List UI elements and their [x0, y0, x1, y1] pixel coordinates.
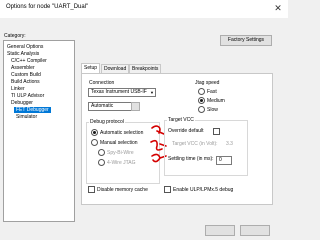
jtag-medium-label: Medium [207, 97, 225, 104]
close-icon[interactable]: ✕ [272, 2, 284, 14]
disable-memory-cache-checkbox[interactable]: Disable memory cache [88, 186, 148, 194]
checkbox-icon [213, 128, 220, 135]
tree-item-linker[interactable]: Linker [11, 86, 25, 92]
target-vcc-volt-label: Target VCC (in Volt): [172, 141, 218, 147]
port-browse-button[interactable] [131, 102, 140, 111]
connection-port-field[interactable]: Automatic [88, 102, 132, 111]
jtag-fast-radio[interactable]: Fast [198, 88, 217, 96]
tree-item-build-actions[interactable]: Build Actions [11, 79, 40, 85]
tree-item-custom-build[interactable]: Custom Build [11, 72, 41, 78]
automatic-selection-radio[interactable]: Automatic selection [91, 129, 143, 137]
settling-time-label: Settling time (in ms): [168, 156, 214, 162]
radio-icon [98, 149, 105, 156]
tree-item-static-analysis[interactable]: Static Analysis [7, 51, 39, 57]
jtag-slow-radio[interactable]: Slow [198, 106, 218, 114]
tab-breakpoints[interactable]: Breakpoints [129, 64, 162, 73]
manual-selection-radio[interactable]: Manual selection [91, 139, 138, 147]
override-default-checkbox[interactable] [213, 128, 222, 136]
automatic-selection-label: Automatic selection [100, 129, 144, 136]
chevron-down-icon: ▼ [150, 90, 154, 95]
factory-settings-button[interactable]: Factory Settings [220, 35, 272, 46]
checkbox-icon [88, 186, 95, 193]
tree-item-compiler[interactable]: C/C++ Compiler [11, 58, 47, 64]
connection-device-select[interactable]: Texas Instrument USB-IF ▼ [88, 88, 156, 97]
radio-icon [91, 139, 98, 146]
tree-item-general-options[interactable]: General Options [7, 44, 43, 50]
radio-icon [198, 88, 205, 95]
connection-device-value: Texas Instrument USB-IF [91, 89, 147, 95]
settling-time-field[interactable]: 0 [216, 156, 232, 165]
ulp-debug-checkbox[interactable]: Enable ULP/LPMx.5 debug [164, 186, 233, 194]
checkbox-icon [164, 186, 171, 193]
tree-item-ulp-advisor[interactable]: TI ULP Advisor [11, 93, 44, 99]
override-default-label: Override default [168, 128, 204, 134]
connection-label: Connection [88, 80, 116, 86]
tree-item-fet-debugger[interactable]: FET Debugger [14, 107, 51, 113]
setup-panel: Connection Texas Instrument USB-IF ▼ Aut… [81, 73, 273, 205]
tree-item-assembler[interactable]: Assembler [11, 65, 35, 71]
category-label: Category: [4, 33, 26, 39]
radio-icon [198, 106, 205, 113]
four-wire-jtag-radio[interactable]: 4-Wire JTAG [98, 159, 136, 167]
jtag-speed-label: Jtag speed [194, 80, 221, 86]
radio-selected-icon [91, 129, 98, 136]
radio-selected-icon [198, 97, 205, 104]
tree-item-simulator[interactable]: Simulator [16, 114, 37, 120]
disable-memory-cache-label: Disable memory cache [97, 186, 148, 193]
tab-setup[interactable]: Setup [81, 63, 101, 73]
jtag-fast-label: Fast [207, 88, 217, 95]
jtag-medium-radio[interactable]: Medium [198, 97, 225, 105]
debug-protocol-label: Debug protocol [89, 119, 125, 125]
radio-icon [98, 159, 105, 166]
tree-item-debugger[interactable]: Debugger [11, 100, 33, 106]
target-vcc-label: Target VCC [167, 117, 195, 123]
category-tree[interactable]: General Options Static Analysis C/C++ Co… [3, 40, 75, 222]
jtag-slow-label: Slow [207, 106, 218, 113]
spy-bi-wire-label: Spy-Bi-Wire [107, 149, 134, 156]
four-wire-jtag-label: 4-Wire JTAG [107, 159, 136, 166]
window-title: Options for node "UART_Dual" [6, 4, 89, 10]
manual-selection-label: Manual selection [100, 139, 138, 146]
spy-bi-wire-radio[interactable]: Spy-Bi-Wire [98, 149, 134, 157]
tab-download[interactable]: Download [101, 64, 130, 73]
ok-button[interactable] [205, 225, 235, 236]
cancel-button[interactable] [240, 225, 270, 236]
ulp-debug-label: Enable ULP/LPMx.5 debug [173, 186, 234, 193]
target-vcc-volt-value[interactable]: 3.3 [226, 141, 233, 148]
